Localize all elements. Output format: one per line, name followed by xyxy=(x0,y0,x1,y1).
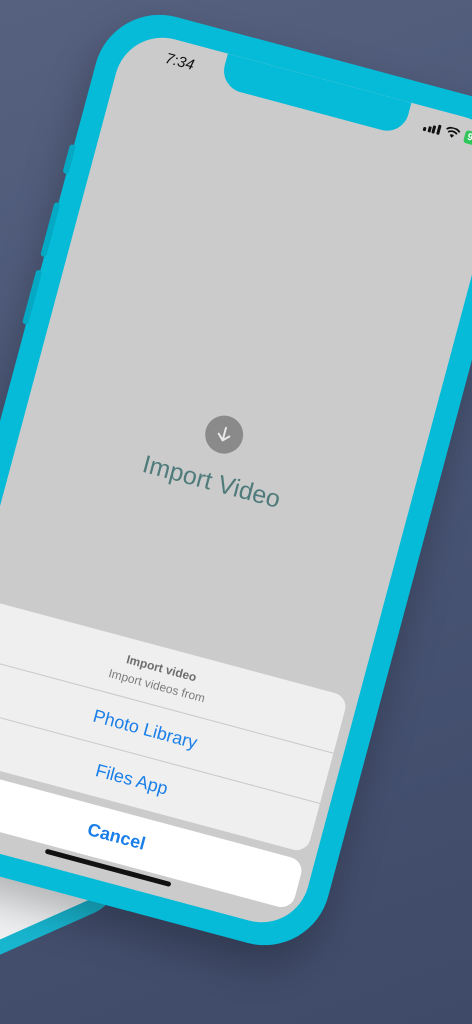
arrow-down-circle-icon[interactable] xyxy=(200,411,248,458)
battery-level-badge: 96 xyxy=(462,129,472,147)
promo-scene: 7:34 96 Import Video Import video Import… xyxy=(0,0,472,1024)
import-video-area[interactable]: Import Video xyxy=(16,365,420,548)
cellular-signal-icon xyxy=(423,121,442,135)
status-time: 7:34 xyxy=(163,49,197,74)
wifi-icon xyxy=(446,126,461,138)
phone-mockup: 7:34 96 Import Video Import video Import… xyxy=(0,0,472,961)
status-icons: 96 xyxy=(423,119,472,147)
import-action-sheet: Import video Import videos from Photo Li… xyxy=(0,599,349,911)
